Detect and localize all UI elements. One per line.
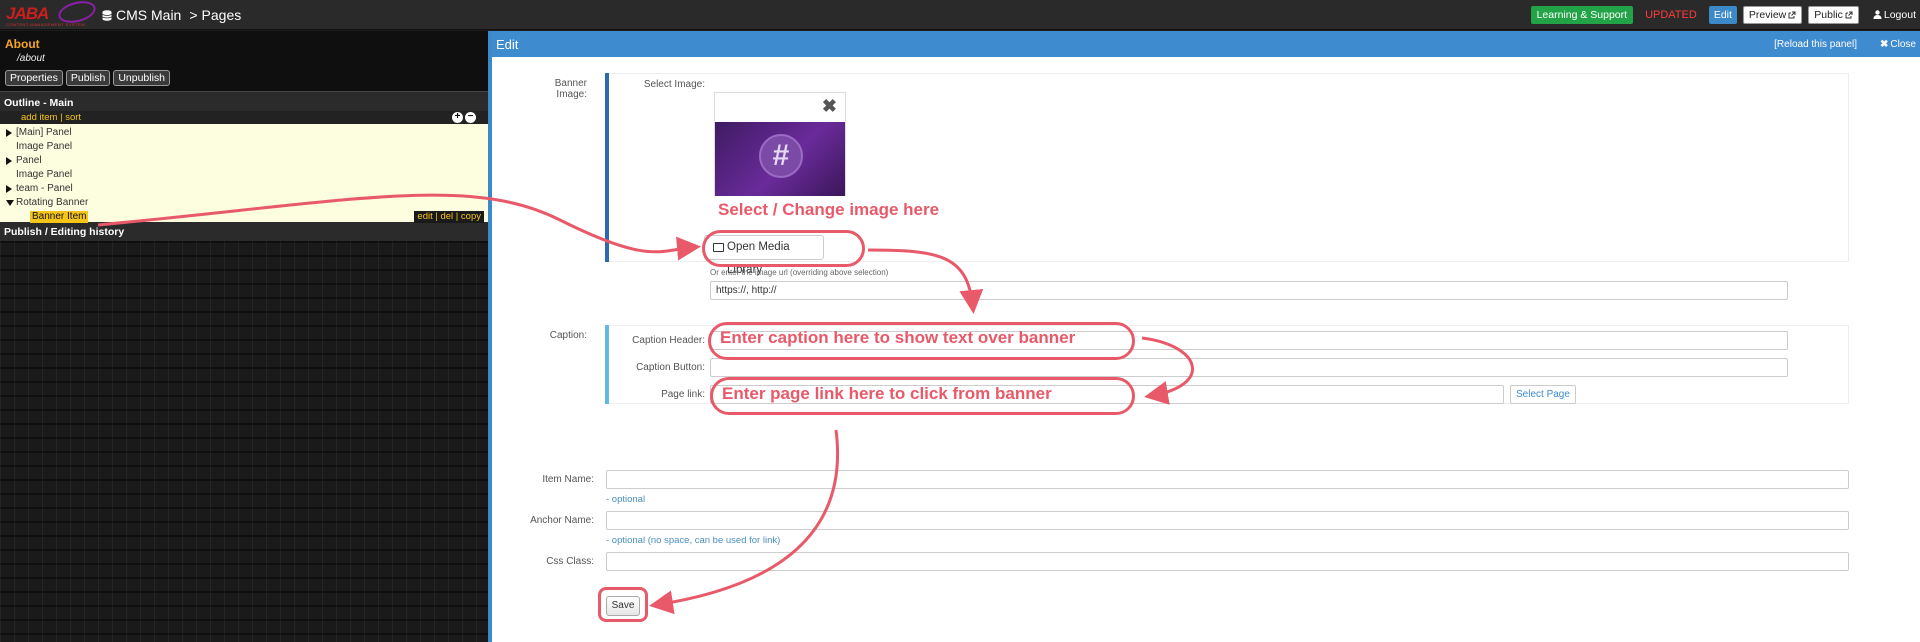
expand-arrow-icon[interactable]: [6, 185, 12, 193]
row-actions: edit | del | copy: [414, 211, 484, 223]
tree-item-rotating-banner[interactable]: Rotating Banner: [0, 196, 488, 210]
annotation-oval-media: [702, 230, 865, 267]
publish-button[interactable]: Publish: [65, 70, 111, 86]
reload-panel-link[interactable]: [Reload this panel]: [1774, 39, 1857, 50]
page-link-label: Page link:: [661, 389, 705, 400]
breadcrumb: CMS Main > Pages: [102, 7, 241, 23]
caption-header-label: Caption Header:: [632, 335, 705, 346]
expand-all-icon[interactable]: +: [452, 112, 463, 123]
select-page-button[interactable]: Select Page: [1510, 385, 1576, 404]
item-name-input[interactable]: [606, 470, 1849, 489]
logout-label: Logout: [1883, 9, 1916, 21]
external-link-icon: [1845, 11, 1853, 19]
status-updated: UPDATED: [1645, 9, 1697, 21]
banner-group-bar: [605, 73, 609, 262]
sort-link[interactable]: sort: [65, 112, 81, 123]
tree-item-image-panel[interactable]: Image Panel: [0, 140, 488, 154]
anchor-name-input[interactable]: [606, 511, 1849, 530]
user-icon: [1873, 10, 1882, 19]
page-buttons: Properties Publish Unpublish: [5, 70, 483, 86]
logo-text: JABA: [6, 4, 49, 23]
image-url-input[interactable]: https://, http://: [710, 281, 1788, 300]
banner-image-label: Banner Image:: [554, 78, 587, 100]
collapse-all-icon[interactable]: −: [465, 112, 476, 123]
item-name-label: Item Name:: [542, 474, 594, 485]
top-bar: JABA CONTENT MANAGEMENT SYSTEM CMS Main >…: [0, 0, 1920, 30]
annotation-caption: Enter caption here to show text over ban…: [720, 328, 1076, 347]
hashtag-icon: #: [772, 139, 790, 172]
caption-button-label: Caption Button:: [636, 362, 705, 373]
close-icon: ✖: [1880, 39, 1889, 50]
public-label: Public: [1814, 9, 1843, 21]
preview-label: Preview: [1748, 9, 1787, 21]
learning-support-button[interactable]: Learning & Support: [1530, 6, 1634, 24]
banner-thumbnail[interactable]: #: [715, 122, 845, 196]
edit-mode-button[interactable]: Edit: [1708, 6, 1737, 24]
annotation-page-link: Enter page link here to click from banne…: [722, 384, 1052, 403]
logo[interactable]: JABA CONTENT MANAGEMENT SYSTEM: [2, 0, 98, 28]
css-class-input[interactable]: [606, 552, 1849, 571]
edit-header: Edit [Reload this panel] ✖ Close: [492, 31, 1920, 57]
copy-link[interactable]: copy: [461, 211, 481, 222]
edit-title: Edit: [496, 37, 519, 52]
external-link-icon: [1788, 11, 1796, 19]
public-button[interactable]: Public: [1808, 6, 1859, 24]
edit-panel: Edit [Reload this panel] ✖ Close Banner I…: [492, 31, 1920, 642]
tree-item-main-panel[interactable]: [Main] Panel: [0, 126, 488, 140]
page-path: /about: [17, 53, 45, 64]
anchor-name-label: Anchor Name:: [530, 515, 594, 526]
item-name-help: - optional: [606, 494, 646, 505]
expand-arrow-icon[interactable]: [6, 157, 12, 165]
page-title: About: [5, 37, 40, 51]
remove-image-icon[interactable]: ✖: [822, 97, 837, 115]
close-label: Close: [1890, 39, 1916, 50]
tree-item-banner-item[interactable]: Banner Item edit | del | copy: [0, 210, 488, 224]
properties-button[interactable]: Properties: [5, 70, 63, 86]
breadcrumb-separator: >: [189, 7, 198, 23]
history-heading[interactable]: Publish / Editing history: [0, 222, 488, 241]
preview-button[interactable]: Preview: [1742, 6, 1803, 24]
close-button[interactable]: ✖ Close: [1880, 39, 1916, 50]
top-actions: Learning & Support UPDATED Edit Preview …: [1530, 6, 1916, 24]
tree-item-team-panel[interactable]: team - Panel: [0, 182, 488, 196]
caption-button-input[interactable]: [710, 358, 1788, 377]
logout-button[interactable]: Logout: [1873, 9, 1916, 21]
breadcrumb-pages[interactable]: Pages: [202, 7, 242, 23]
outline-toolbar: add item | sort + −: [0, 111, 488, 124]
tree-item-image-panel-2[interactable]: Image Panel: [0, 168, 488, 182]
breadcrumb-app[interactable]: CMS Main: [116, 7, 181, 23]
left-panel: About /about Properties Publish Unpublis…: [0, 31, 488, 642]
caption-group-bar: [605, 325, 609, 404]
page-header: About /about Properties Publish Unpublis…: [0, 31, 488, 91]
annotation-oval-save: [598, 587, 648, 622]
outline-heading: Outline - Main: [0, 91, 488, 111]
edit-link[interactable]: edit: [417, 211, 432, 222]
database-icon: [102, 10, 112, 21]
outline-links: add item | sort: [21, 112, 82, 123]
image-url-note: Or enter the image url (overriding above…: [710, 268, 889, 277]
anchor-name-help: - optional (no space, can be used for li…: [606, 535, 781, 546]
delete-link[interactable]: del: [440, 211, 453, 222]
add-item-link[interactable]: add item: [21, 112, 57, 123]
expand-arrow-icon[interactable]: [6, 129, 12, 137]
css-class-label: Css Class:: [546, 556, 594, 567]
outline-tree: [Main] Panel Image Panel Panel Image Pan…: [0, 124, 488, 224]
annotation-select-image: Select / Change image here: [718, 200, 940, 219]
unpublish-button[interactable]: Unpublish: [113, 70, 171, 86]
logo-subtitle: CONTENT MANAGEMENT SYSTEM: [6, 22, 86, 27]
caption-section-label: Caption:: [549, 330, 587, 341]
collapse-arrow-icon[interactable]: [6, 200, 14, 206]
image-preview-card: ✖ #: [714, 92, 846, 196]
select-image-label: Select Image:: [643, 79, 705, 90]
tree-item-panel[interactable]: Panel: [0, 154, 488, 168]
